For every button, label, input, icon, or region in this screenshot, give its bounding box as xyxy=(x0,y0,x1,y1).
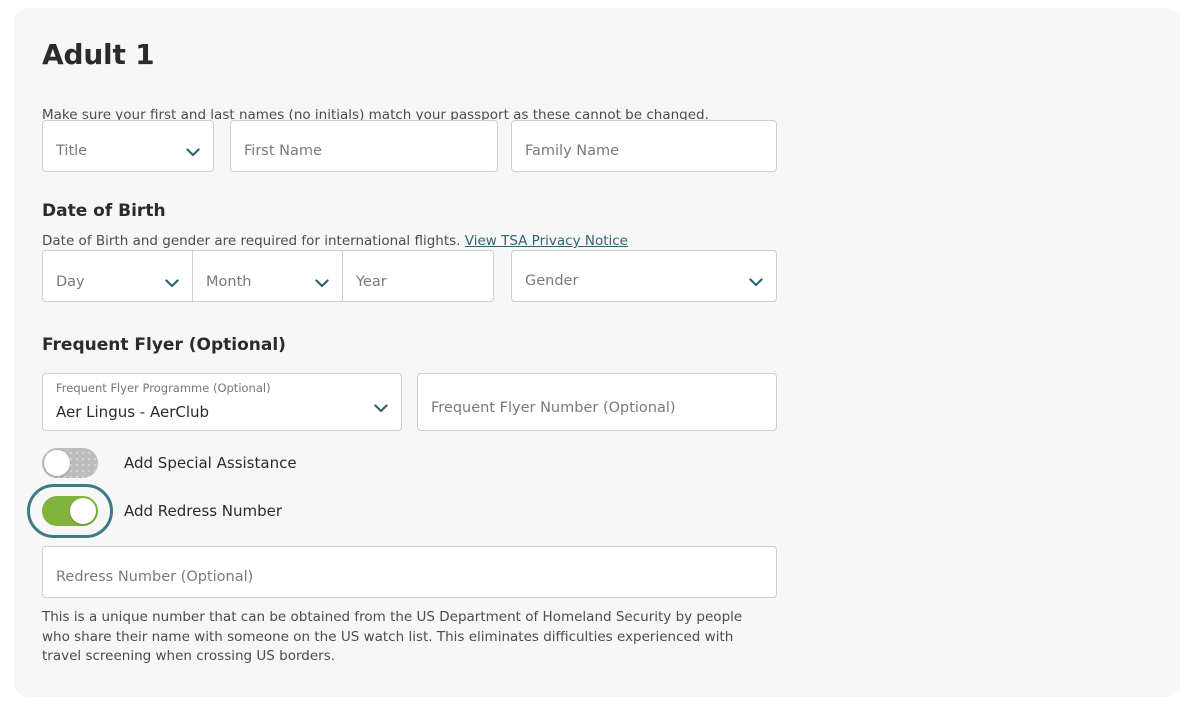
special-assistance-toggle[interactable] xyxy=(42,448,98,478)
chevron-down-icon xyxy=(186,148,200,157)
passenger-card: Adult 1 Make sure your first and last na… xyxy=(14,8,1180,697)
frequent-flyer-programme-value: Aer Lingus - AerClub xyxy=(56,403,210,421)
date-of-birth-group: Day Month Year xyxy=(42,250,494,302)
frequent-flyer-number-placeholder: Frequent Flyer Number (Optional) xyxy=(431,400,676,416)
frequent-flyer-number-input[interactable]: Frequent Flyer Number (Optional) xyxy=(417,373,777,431)
chevron-down-icon xyxy=(165,279,179,288)
day-select-placeholder: Day xyxy=(56,274,85,290)
month-select[interactable]: Month xyxy=(193,251,343,301)
redress-number-placeholder: Redress Number (Optional) xyxy=(56,569,254,585)
date-of-birth-description-text: Date of Birth and gender are required fo… xyxy=(42,233,461,249)
first-name-placeholder: First Name xyxy=(244,143,322,159)
page-root: Adult 1 Make sure your first and last na… xyxy=(0,0,1193,714)
gender-select[interactable]: Gender xyxy=(511,250,777,302)
toggle-knob xyxy=(44,450,70,476)
year-input[interactable]: Year xyxy=(343,251,493,301)
tsa-privacy-notice-link[interactable]: View TSA Privacy Notice xyxy=(465,233,628,249)
redress-number-toggle[interactable] xyxy=(27,484,113,538)
family-name-placeholder: Family Name xyxy=(525,143,620,159)
month-select-placeholder: Month xyxy=(206,274,252,290)
date-of-birth-heading: Date of Birth xyxy=(42,201,166,221)
special-assistance-toggle-row[interactable]: Add Special Assistance xyxy=(42,448,297,478)
frequent-flyer-programme-select[interactable]: Frequent Flyer Programme (Optional) Aer … xyxy=(42,373,402,431)
redress-number-label: Add Redress Number xyxy=(124,502,283,520)
special-assistance-label: Add Special Assistance xyxy=(124,454,297,472)
gender-select-placeholder: Gender xyxy=(525,273,579,289)
title-select-placeholder: Title xyxy=(56,143,88,159)
chevron-down-icon xyxy=(374,404,388,413)
frequent-flyer-heading: Frequent Flyer (Optional) xyxy=(42,335,286,355)
day-select[interactable]: Day xyxy=(43,251,193,301)
chevron-down-icon xyxy=(315,279,329,288)
year-input-placeholder: Year xyxy=(356,274,387,290)
date-of-birth-description: Date of Birth and gender are required fo… xyxy=(42,232,628,250)
title-select[interactable]: Title xyxy=(42,120,214,172)
chevron-down-icon xyxy=(749,278,763,287)
first-name-input[interactable]: First Name xyxy=(230,120,498,172)
redress-number-toggle-row[interactable]: Add Redress Number xyxy=(27,484,283,538)
redress-number-input[interactable]: Redress Number (Optional) xyxy=(42,546,777,598)
redress-helper-text: This is a unique number that can be obta… xyxy=(42,609,743,664)
toggle-knob xyxy=(70,498,96,524)
page-title: Adult 1 xyxy=(42,38,155,71)
family-name-input[interactable]: Family Name xyxy=(511,120,777,172)
frequent-flyer-programme-label: Frequent Flyer Programme (Optional) xyxy=(56,381,271,395)
